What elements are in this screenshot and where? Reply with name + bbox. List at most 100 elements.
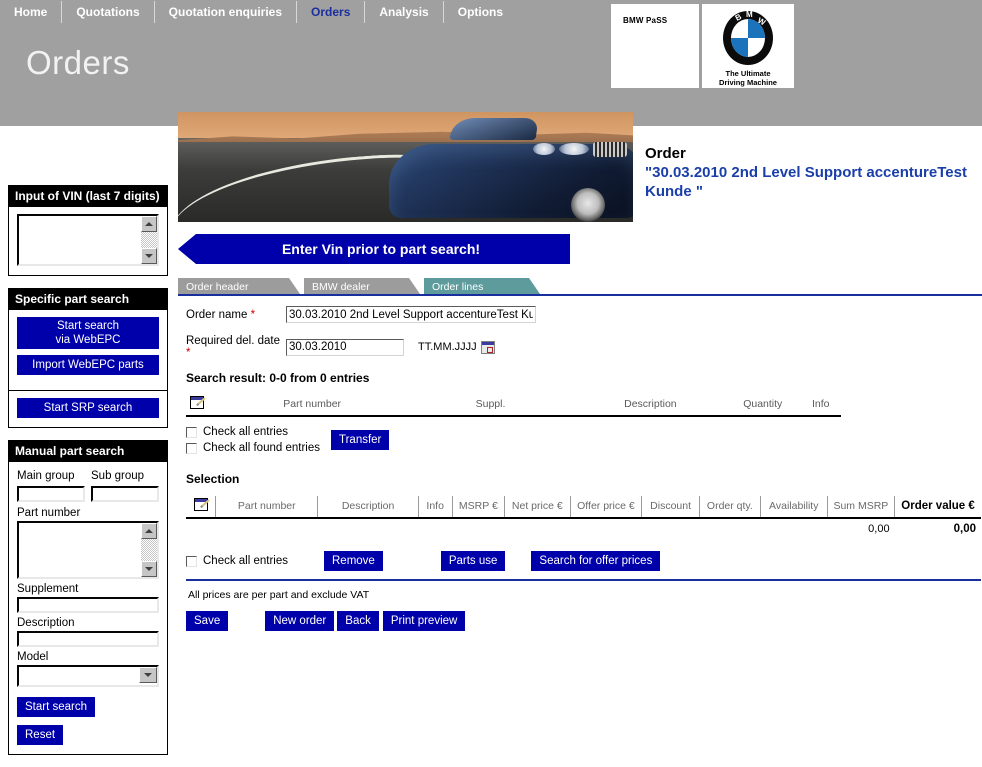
- tab-order-lines[interactable]: Order lines: [424, 278, 540, 294]
- col-part-number: Part number: [215, 496, 318, 518]
- calendar-icon[interactable]: [480, 340, 495, 354]
- check-all-found-entries-label: Check all found entries: [203, 442, 320, 454]
- nav-item-quotation-enquiries[interactable]: Quotation enquiries: [155, 0, 296, 24]
- part-number-label: Part number: [17, 507, 81, 519]
- vin-scrollbar[interactable]: [141, 216, 157, 264]
- date-format-hint: TT.MM.JJJJ: [418, 341, 477, 353]
- selection-check-all-row[interactable]: Check all entries: [186, 555, 324, 567]
- manual-part-search-title: Manual part search: [9, 441, 167, 462]
- tab-order-header[interactable]: Order header: [178, 278, 300, 294]
- check-all-entries-checkbox[interactable]: [186, 426, 197, 438]
- total-order-value: 0,00: [953, 523, 976, 535]
- order-name-heading: "30.03.2010 2nd Level Support accentureT…: [645, 164, 967, 200]
- bmw-logo-box: B M W The Ultimate Driving Machine: [702, 4, 794, 88]
- order-lines-form: Order name * Required del. date * TT.MM.…: [178, 296, 982, 631]
- arrow-down-icon: [145, 254, 153, 258]
- nav-item-analysis[interactable]: Analysis: [365, 0, 442, 24]
- vin-panel-title: Input of VIN (last 7 digits): [9, 186, 167, 207]
- col-description: Description: [624, 398, 677, 410]
- nav-item-orders[interactable]: Orders: [297, 0, 364, 24]
- main-navigation: Home Quotations Quotation enquiries Orde…: [0, 0, 517, 24]
- manual-part-search-panel: Manual part search Main group Sub group …: [8, 440, 168, 755]
- new-order-button[interactable]: New order: [265, 611, 335, 631]
- vat-note: All prices are per part and exclude VAT: [188, 589, 370, 601]
- col-description: Description: [317, 496, 419, 518]
- sub-group-input[interactable]: [91, 486, 159, 502]
- vin-input-box[interactable]: [17, 214, 159, 266]
- bmw-tagline-line1: The Ultimate: [725, 69, 771, 78]
- col-sum-msrp: Sum MSRP: [826, 496, 895, 518]
- svg-text:M: M: [746, 10, 753, 19]
- required-marker: *: [186, 347, 191, 359]
- scroll-up-button[interactable]: [141, 523, 157, 539]
- supplement-input[interactable]: [17, 597, 159, 613]
- search-result-header-row: Part number Suppl. Description Quantity …: [186, 395, 841, 416]
- model-label: Model: [17, 651, 49, 663]
- save-button[interactable]: Save: [186, 611, 229, 631]
- description-input[interactable]: [17, 631, 159, 647]
- table-edit-icon[interactable]: [190, 396, 204, 409]
- start-srp-search-button[interactable]: Start SRP search: [17, 398, 159, 418]
- check-all-found-entries-row[interactable]: Check all found entries: [186, 442, 331, 454]
- selection-edit-col[interactable]: [186, 496, 216, 518]
- parts-use-button[interactable]: Parts use: [440, 551, 506, 571]
- order-name-label: Order name *: [186, 308, 256, 321]
- reset-button[interactable]: Reset: [17, 725, 64, 745]
- part-number-textarea[interactable]: [19, 523, 149, 577]
- scroll-down-button[interactable]: [141, 248, 157, 264]
- order-heading: Order "30.03.2010 2nd Level Support acce…: [645, 144, 975, 201]
- transfer-button[interactable]: Transfer: [331, 430, 390, 450]
- bmw-pass-wordmark: BMW PaSS: [623, 16, 668, 25]
- nav-item-quotations[interactable]: Quotations: [62, 0, 153, 24]
- footer-buttons: Save New order Back Print preview: [186, 611, 982, 631]
- part-number-box[interactable]: [17, 521, 159, 579]
- selection-check-all-checkbox[interactable]: [186, 555, 197, 567]
- bmw-roundel-icon: B M W: [723, 10, 773, 65]
- footer-divider: [186, 579, 981, 581]
- main-group-input[interactable]: [17, 486, 85, 502]
- check-all-entries-row[interactable]: Check all entries: [186, 426, 331, 438]
- order-name-row: Order name *: [186, 306, 982, 323]
- table-edit-icon[interactable]: [193, 498, 208, 511]
- chevron-down-icon[interactable]: [139, 667, 157, 683]
- order-label: Order: [645, 145, 686, 162]
- col-availability: Availability: [759, 496, 828, 518]
- selection-totals-row: 0,00 0,00: [186, 518, 981, 539]
- col-info: Info: [811, 398, 830, 410]
- order-tabs: Order header BMW dealer Order lines: [178, 278, 982, 294]
- page-title: Orders: [26, 44, 130, 81]
- remove-button[interactable]: Remove: [324, 551, 383, 571]
- manual-start-search-button[interactable]: Start search: [17, 697, 95, 717]
- col-info: Info: [417, 496, 453, 518]
- nav-item-home[interactable]: Home: [0, 0, 61, 24]
- order-name-input[interactable]: [286, 306, 536, 323]
- model-select[interactable]: [17, 665, 159, 687]
- scroll-down-button[interactable]: [141, 561, 157, 577]
- bmw-tagline: The Ultimate Driving Machine: [719, 69, 777, 87]
- col-offer-price: Offer price €: [569, 496, 642, 518]
- search-result-title: Search result: 0-0 from 0 entries: [186, 371, 370, 385]
- required-del-date-input[interactable]: [286, 338, 404, 356]
- arrow-down-icon: [145, 567, 153, 571]
- scroll-up-button[interactable]: [141, 216, 157, 232]
- back-button[interactable]: Back: [337, 611, 379, 631]
- nav-item-options[interactable]: Options: [444, 0, 517, 24]
- supplement-label: Supplement: [17, 583, 79, 595]
- start-search-webepc-button[interactable]: Start search via WebEPC: [17, 317, 159, 349]
- part-number-scrollbar[interactable]: [141, 523, 157, 577]
- col-order-value: Order value €: [894, 496, 981, 518]
- main-group-label: Main group: [17, 470, 75, 482]
- print-preview-button[interactable]: Print preview: [382, 611, 466, 631]
- vin-warning-banner: Enter Vin prior to part search!: [178, 234, 570, 264]
- search-result-edit-col[interactable]: [186, 395, 219, 416]
- main-content: Order "30.03.2010 2nd Level Support acce…: [178, 112, 982, 631]
- specific-part-search-panel: Specific part search Start search via We…: [8, 288, 168, 428]
- vin-textarea[interactable]: [19, 216, 149, 264]
- col-part-number: Part number: [283, 398, 342, 410]
- import-webepc-parts-button[interactable]: Import WebEPC parts: [17, 355, 159, 375]
- search-offer-prices-button[interactable]: Search for offer prices: [531, 551, 661, 571]
- tab-bmw-dealer[interactable]: BMW dealer: [304, 278, 420, 294]
- selection-title: Selection: [186, 472, 240, 486]
- selection-check-all-label: Check all entries: [203, 555, 289, 567]
- check-all-found-entries-checkbox[interactable]: [186, 442, 197, 454]
